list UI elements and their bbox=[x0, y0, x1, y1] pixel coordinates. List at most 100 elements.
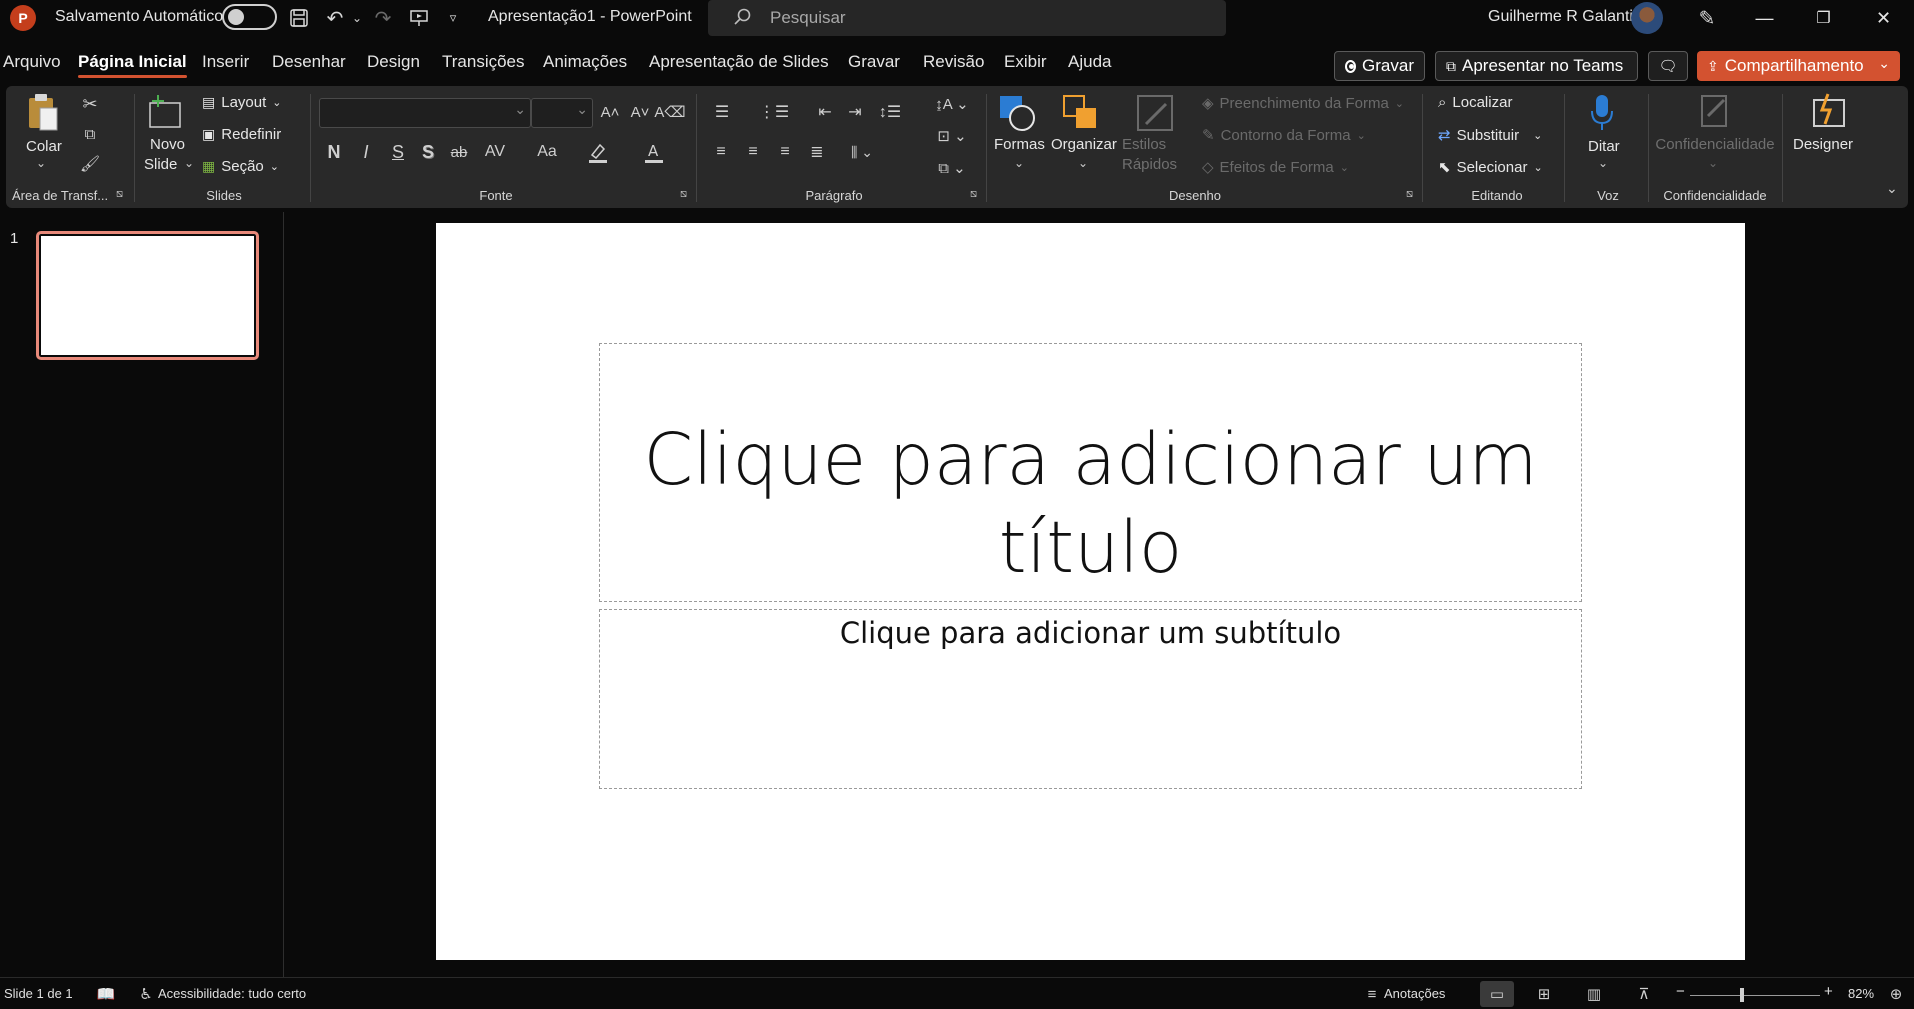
sensitivity-chevron-icon[interactable]: ⌄ bbox=[1708, 156, 1718, 170]
collapse-ribbon-icon[interactable]: ⌄ bbox=[1886, 180, 1898, 197]
clipboard-launcher-icon[interactable]: ⧅ bbox=[116, 188, 123, 201]
font-launcher-icon[interactable]: ⧅ bbox=[680, 188, 687, 201]
columns-icon[interactable]: ⫼ ⌄ bbox=[842, 140, 882, 164]
zoom-slider-thumb[interactable] bbox=[1740, 988, 1744, 1002]
customize-toolbar-icon[interactable]: ▿ bbox=[438, 3, 468, 33]
user-name[interactable]: Guilherme R Galanti bbox=[1488, 8, 1633, 26]
tab-exibir[interactable]: Exibir bbox=[1004, 52, 1047, 72]
search-box[interactable] bbox=[708, 0, 1226, 36]
font-family-combo[interactable] bbox=[319, 98, 531, 128]
arrange-chevron-icon[interactable]: ⌄ bbox=[1078, 156, 1088, 170]
decrease-font-icon[interactable]: A˅ bbox=[628, 100, 652, 124]
designer-icon[interactable] bbox=[1810, 92, 1850, 132]
arrange-label[interactable]: Organizar bbox=[1051, 136, 1117, 153]
highlight-icon[interactable] bbox=[586, 140, 610, 164]
tab-animacoes[interactable]: Animações bbox=[543, 52, 627, 72]
paste-label[interactable]: Colar bbox=[26, 138, 62, 155]
justify-icon[interactable]: ≣ bbox=[804, 140, 830, 164]
tab-pagina-inicial[interactable]: Página Inicial bbox=[78, 52, 187, 78]
numbering-icon[interactable]: ⋮☰ bbox=[759, 100, 789, 124]
tab-transicoes[interactable]: Transições bbox=[442, 52, 525, 72]
share-chevron-icon[interactable]: ⌄ bbox=[1878, 55, 1890, 72]
record-button[interactable]: Gravar bbox=[1334, 51, 1425, 81]
tab-ajuda[interactable]: Ajuda bbox=[1068, 52, 1111, 72]
section-button[interactable]: ▦ Seção ⌄ bbox=[202, 158, 279, 175]
pen-icon[interactable]: ✎ bbox=[1692, 3, 1722, 33]
save-icon[interactable] bbox=[284, 3, 314, 33]
bold-icon[interactable]: N bbox=[322, 140, 346, 164]
tab-arquivo[interactable]: Arquivo bbox=[3, 52, 61, 72]
zoom-slider[interactable] bbox=[1690, 995, 1820, 996]
quick-styles-label-2[interactable]: Rápidos bbox=[1122, 156, 1177, 173]
shape-fill-button[interactable]: ◈ Preenchimento da Forma ⌄ bbox=[1202, 94, 1404, 113]
find-button[interactable]: ⌕ Localizar bbox=[1438, 94, 1512, 111]
decrease-indent-icon[interactable]: ⇤ bbox=[812, 100, 838, 124]
character-spacing-icon[interactable]: AV bbox=[480, 140, 510, 164]
fit-to-window-icon[interactable]: ⊕ bbox=[1884, 983, 1908, 1005]
text-shadow-icon[interactable]: S bbox=[416, 140, 440, 164]
slide-thumbnail[interactable] bbox=[36, 231, 259, 360]
bullets-icon[interactable]: ☰ bbox=[708, 100, 736, 124]
new-slide-chevron-icon[interactable]: ⌄ bbox=[184, 156, 194, 170]
notes-icon[interactable]: ≡ bbox=[1360, 983, 1384, 1005]
underline-icon[interactable]: S bbox=[386, 140, 410, 164]
shapes-icon[interactable] bbox=[998, 94, 1038, 134]
align-text-icon[interactable]: ⊡ ⌄ bbox=[932, 124, 972, 148]
microphone-icon[interactable] bbox=[1588, 92, 1616, 134]
convert-smartart-icon[interactable]: ⧉ ⌄ bbox=[932, 156, 972, 180]
autosave-toggle[interactable] bbox=[222, 4, 277, 30]
arrange-icon[interactable] bbox=[1062, 94, 1102, 134]
comments-button[interactable]: 🗨 bbox=[1648, 51, 1688, 81]
format-painter-icon[interactable]: 🖌 bbox=[80, 154, 100, 174]
share-button[interactable]: ⇪ Compartilhamento ⌄ bbox=[1697, 51, 1900, 81]
minimize-button[interactable]: — bbox=[1737, 0, 1792, 36]
change-case-icon[interactable]: Aa bbox=[532, 140, 562, 164]
clear-formatting-icon[interactable]: A⌫ bbox=[654, 100, 685, 124]
shape-outline-button[interactable]: ✎ Contorno da Forma ⌄ bbox=[1202, 126, 1366, 145]
shape-effects-button[interactable]: ◇ Efeitos de Forma ⌄ bbox=[1202, 158, 1349, 177]
align-right-icon[interactable]: ≡ bbox=[772, 140, 798, 164]
dictate-chevron-icon[interactable]: ⌄ bbox=[1598, 156, 1608, 170]
increase-font-icon[interactable]: A˄ bbox=[598, 100, 622, 124]
paste-chevron-icon[interactable]: ⌄ bbox=[36, 156, 46, 170]
restore-button[interactable]: ❐ bbox=[1796, 0, 1851, 36]
shapes-chevron-icon[interactable]: ⌄ bbox=[1014, 156, 1024, 170]
title-placeholder[interactable]: Clique para adicionar um título bbox=[599, 343, 1582, 602]
slideshow-icon[interactable]: ⊼ bbox=[1632, 983, 1656, 1005]
new-slide-label-1[interactable]: Novo bbox=[150, 136, 185, 153]
zoom-in-button[interactable]: + bbox=[1824, 983, 1833, 1000]
tab-inserir[interactable]: Inserir bbox=[202, 52, 249, 72]
close-button[interactable]: ✕ bbox=[1856, 0, 1911, 36]
text-direction-icon[interactable]: ↨A ⌄ bbox=[932, 92, 972, 116]
zoom-out-button[interactable]: − bbox=[1676, 983, 1685, 1000]
increase-indent-icon[interactable]: ⇥ bbox=[842, 100, 868, 124]
notes-button[interactable]: Anotações bbox=[1384, 986, 1445, 1001]
normal-view-icon[interactable]: ▭ bbox=[1480, 981, 1514, 1007]
quick-styles-label-1[interactable]: Estilos bbox=[1122, 136, 1166, 153]
reading-view-icon[interactable]: ▥ bbox=[1582, 983, 1606, 1005]
copy-icon[interactable]: ⧉ bbox=[80, 124, 100, 144]
replace-button[interactable]: ⇄ Substituir ⌄ bbox=[1438, 126, 1542, 145]
tab-desenhar[interactable]: Desenhar bbox=[272, 52, 346, 72]
slide-sorter-icon[interactable]: ⊞ bbox=[1532, 983, 1556, 1005]
layout-button[interactable]: ▤ Layout ⌄ bbox=[202, 94, 282, 111]
sensitivity-icon[interactable] bbox=[1698, 92, 1732, 132]
paste-icon[interactable] bbox=[26, 92, 60, 132]
tab-apresentacao-de-slides[interactable]: Apresentação de Slides bbox=[649, 52, 829, 72]
line-spacing-icon[interactable]: ↕☰ bbox=[874, 100, 906, 124]
paragraph-launcher-icon[interactable]: ⧅ bbox=[970, 188, 977, 201]
sensitivity-label[interactable]: Confidencialidade bbox=[1648, 136, 1782, 153]
reset-button[interactable]: ▣ Redefinir bbox=[202, 126, 281, 143]
new-slide-icon[interactable] bbox=[148, 94, 184, 130]
shapes-label[interactable]: Formas bbox=[994, 136, 1045, 153]
zoom-level[interactable]: 82% bbox=[1848, 986, 1874, 1001]
present-in-teams-button[interactable]: ⧉ Apresentar no Teams bbox=[1435, 51, 1638, 81]
accessibility-icon[interactable]: ♿ bbox=[134, 983, 158, 1005]
strikethrough-icon[interactable]: ab bbox=[446, 140, 472, 164]
font-size-combo[interactable] bbox=[531, 98, 593, 128]
quick-styles-icon[interactable] bbox=[1136, 94, 1176, 134]
align-left-icon[interactable]: ≡ bbox=[708, 140, 734, 164]
avatar[interactable] bbox=[1631, 2, 1663, 34]
new-slide-label-2[interactable]: Slide bbox=[144, 156, 177, 173]
accessibility-status[interactable]: Acessibilidade: tudo certo bbox=[158, 986, 306, 1001]
